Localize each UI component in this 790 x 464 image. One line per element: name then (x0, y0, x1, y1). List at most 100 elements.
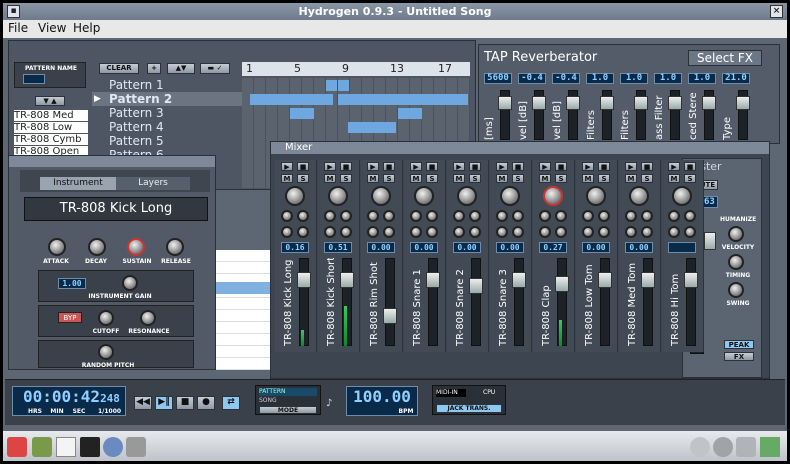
channel-mute-button[interactable]: M (582, 174, 594, 183)
fx-send-knob[interactable] (340, 210, 352, 222)
reverb-fader-handle[interactable] (498, 96, 512, 110)
channel-mute-button[interactable]: M (539, 174, 551, 183)
menu-help[interactable]: Help (73, 21, 100, 35)
channel-fader-handle[interactable] (512, 272, 526, 288)
reverb-fader-handle[interactable] (600, 96, 614, 110)
random-pitch-knob[interactable] (98, 344, 114, 360)
channel-solo-button[interactable]: S (555, 174, 567, 183)
pattern-item[interactable]: Pattern 2 (109, 92, 172, 106)
fx-send-knob[interactable] (297, 226, 309, 238)
fx-send-knob[interactable] (668, 226, 680, 238)
channel-mute-button[interactable]: M (496, 174, 508, 183)
channel-delete-button[interactable]: ■ (469, 162, 481, 171)
humanize-velocity-knob[interactable] (728, 226, 744, 242)
pan-knob[interactable] (672, 186, 692, 206)
fx-send-knob[interactable] (684, 210, 696, 222)
song-mode-option[interactable]: SONG (259, 397, 317, 405)
fx-send-knob[interactable] (539, 210, 551, 222)
fx-send-knob[interactable] (453, 210, 465, 222)
pattern-item[interactable]: Pattern 1 (109, 78, 164, 92)
clear-button[interactable]: CLEAR (99, 63, 139, 74)
timing-knob[interactable] (728, 254, 744, 270)
play-button[interactable]: ▶‖ (155, 396, 173, 410)
channel-fader-handle[interactable] (340, 272, 354, 288)
pan-knob[interactable] (543, 186, 563, 206)
cutoff-knob[interactable] (98, 310, 114, 326)
fx-send-knob[interactable] (324, 226, 336, 238)
channel-delete-button[interactable]: ■ (426, 162, 438, 171)
channel-solo-button[interactable]: S (469, 174, 481, 183)
channel-mute-button[interactable]: M (367, 174, 379, 183)
browser-icon[interactable] (103, 437, 123, 457)
fx-send-knob[interactable] (641, 210, 653, 222)
pattern-item[interactable]: Pattern 4 (109, 120, 164, 134)
fx-send-knob[interactable] (496, 210, 508, 222)
channel-delete-button[interactable]: ■ (383, 162, 395, 171)
channel-fader-handle[interactable] (297, 272, 311, 288)
pan-knob[interactable] (371, 186, 391, 206)
channel-solo-button[interactable]: S (512, 174, 524, 183)
pan-knob[interactable] (285, 186, 305, 206)
network-icon[interactable] (690, 437, 710, 457)
volume-icon[interactable] (736, 437, 756, 457)
pan-knob[interactable] (457, 186, 477, 206)
fx-send-knob[interactable] (410, 226, 422, 238)
channel-fader[interactable] (471, 258, 481, 346)
fx-send-knob[interactable] (281, 226, 293, 238)
menu-view[interactable]: View (38, 21, 66, 35)
metronome-icon[interactable]: ♪ (326, 398, 340, 412)
channel-solo-button[interactable]: S (684, 174, 696, 183)
fx-send-knob[interactable] (625, 226, 637, 238)
channel-delete-button[interactable]: ■ (555, 162, 567, 171)
jack-transport-button[interactable]: JACK TRANS. (436, 404, 502, 413)
channel-play-button[interactable]: ▶ (496, 162, 508, 171)
master-fx-button[interactable]: FX (724, 352, 754, 361)
reverb-fader-handle[interactable] (634, 96, 648, 110)
channel-solo-button[interactable]: S (297, 174, 309, 183)
fx-send-knob[interactable] (598, 210, 610, 222)
fx-send-knob[interactable] (410, 210, 422, 222)
screenshot-icon[interactable] (126, 437, 146, 457)
channel-play-button[interactable]: ▶ (453, 162, 465, 171)
move-pattern-button[interactable]: ▲▼ (167, 63, 195, 74)
channel-play-button[interactable]: ▶ (281, 162, 293, 171)
channel-solo-button[interactable]: S (426, 174, 438, 183)
channel-mute-button[interactable]: M (625, 174, 637, 183)
reverb-fader-handle[interactable] (668, 96, 682, 110)
fx-send-knob[interactable] (582, 226, 594, 238)
pan-knob[interactable] (414, 186, 434, 206)
reverb-fader-handle[interactable] (532, 96, 546, 110)
channel-play-button[interactable]: ▶ (367, 162, 379, 171)
channel-delete-button[interactable]: ■ (684, 162, 696, 171)
pattern-mode-option[interactable]: PATTERN (259, 388, 317, 396)
channel-solo-button[interactable]: S (641, 174, 653, 183)
reverb-fader-handle[interactable] (566, 96, 580, 110)
channel-mute-button[interactable]: M (453, 174, 465, 183)
fx-send-knob[interactable] (684, 226, 696, 238)
fx-send-knob[interactable] (383, 210, 395, 222)
channel-fader-handle[interactable] (383, 308, 397, 324)
swing-knob[interactable] (728, 282, 744, 298)
fx-send-knob[interactable] (539, 226, 551, 238)
channel-fader-handle[interactable] (641, 272, 655, 288)
release-knob[interactable] (166, 238, 184, 256)
battery-icon[interactable] (760, 437, 780, 457)
fx-send-knob[interactable] (469, 210, 481, 222)
instrument-list-item[interactable]: TR-808 Med (14, 110, 88, 121)
gain-knob[interactable] (122, 275, 138, 291)
terminal-icon[interactable] (80, 437, 100, 457)
channel-fader-handle[interactable] (469, 278, 483, 294)
bypass-button[interactable]: BYP (58, 312, 82, 323)
fx-send-knob[interactable] (426, 226, 438, 238)
channel-mute-button[interactable]: M (668, 174, 680, 183)
select-fx-button[interactable]: Select FX (688, 50, 762, 66)
channel-solo-button[interactable]: S (340, 174, 352, 183)
channel-play-button[interactable]: ▶ (582, 162, 594, 171)
channel-fader-handle[interactable] (598, 272, 612, 288)
attack-knob[interactable] (48, 238, 66, 256)
add-pattern-button[interactable]: + (147, 63, 161, 74)
fx-send-knob[interactable] (297, 210, 309, 222)
fx-send-knob[interactable] (426, 210, 438, 222)
draw-mode-button[interactable]: ▬ ✓ (200, 63, 230, 74)
fx-send-knob[interactable] (367, 226, 379, 238)
